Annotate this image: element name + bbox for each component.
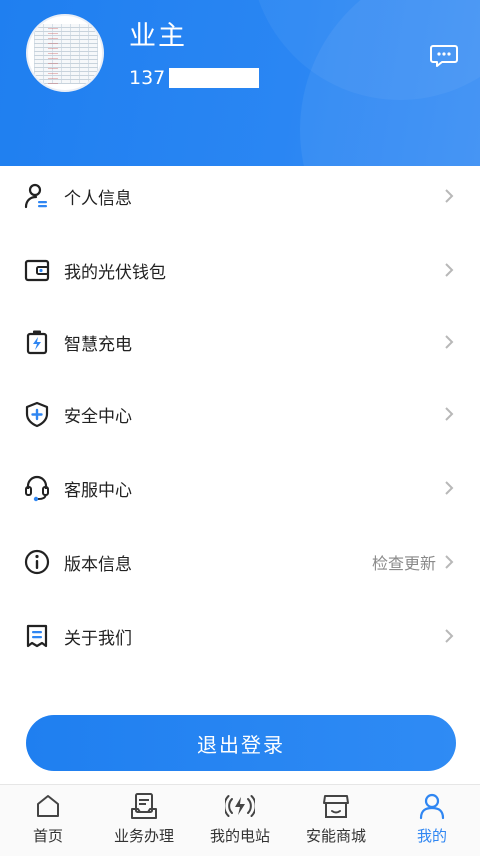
chevron-right-icon (445, 629, 454, 643)
tab-label: 我的电站 (209, 827, 270, 845)
menu-item-smart-charging[interactable]: 智慧充电 (0, 312, 480, 372)
tab-home[interactable]: 首页 (0, 785, 96, 856)
logout-button[interactable]: 退出登录 (26, 715, 456, 771)
tab-my-station[interactable]: 我的电站 (192, 785, 288, 856)
tab-store[interactable]: 安能商城 (288, 785, 384, 856)
chevron-right-icon (445, 335, 454, 349)
menu-label: 客服中心 (64, 480, 132, 501)
menu-item-customer-service[interactable]: 客服中心 (0, 458, 480, 518)
menu-item-personal-info[interactable]: 个人信息 (0, 166, 480, 226)
tab-label: 我的 (416, 827, 447, 845)
spreadsheet-avatar-image (34, 24, 98, 84)
chevron-right-icon (445, 189, 454, 203)
menu-label: 版本信息 (64, 554, 132, 575)
menu-item-about-us[interactable]: 关于我们 (0, 606, 480, 666)
shield-plus-icon (25, 401, 49, 428)
menu-item-pv-wallet[interactable]: 我的光伏钱包 (0, 240, 480, 300)
receipt-icon (26, 624, 48, 648)
message-icon[interactable] (430, 44, 458, 68)
battery-charge-icon (26, 330, 48, 355)
power-station-icon (225, 795, 255, 817)
phone-prefix: 137 (129, 67, 166, 89)
wallet-icon (24, 259, 50, 282)
menu-item-version-info[interactable]: 版本信息 检查更新 (0, 532, 480, 592)
user-icon (419, 793, 445, 820)
chevron-right-icon (445, 407, 454, 421)
menu-label: 个人信息 (64, 188, 132, 209)
document-tray-icon (131, 793, 157, 819)
phone-number: 137 (129, 66, 260, 90)
menu-label: 智慧充电 (64, 334, 132, 355)
tab-label: 安能商城 (305, 827, 366, 845)
avatar[interactable] (26, 14, 104, 92)
chevron-right-icon (445, 263, 454, 277)
info-icon (24, 549, 50, 575)
bottom-tab-bar: 首页 业务办理 我的电站 安能商城 我的 (0, 784, 480, 856)
tab-mine[interactable]: 我的 (384, 785, 480, 856)
tab-business[interactable]: 业务办理 (96, 785, 192, 856)
menu-label: 安全中心 (64, 406, 132, 427)
store-icon (323, 795, 349, 818)
menu-item-security-center[interactable]: 安全中心 (0, 384, 480, 444)
chevron-right-icon (445, 555, 454, 569)
profile-header: 业主 137 (0, 0, 480, 166)
menu-label: 关于我们 (64, 628, 132, 649)
person-icon (24, 183, 47, 209)
menu-label: 我的光伏钱包 (64, 262, 166, 283)
chevron-right-icon (445, 481, 454, 495)
phone-redaction-mask (169, 68, 260, 88)
check-update-link[interactable]: 检查更新 (372, 550, 436, 574)
tab-label: 首页 (32, 827, 63, 845)
home-icon (37, 795, 59, 817)
headset-icon (25, 475, 49, 502)
tab-label: 业务办理 (113, 827, 174, 845)
user-name: 业主 (129, 21, 187, 52)
